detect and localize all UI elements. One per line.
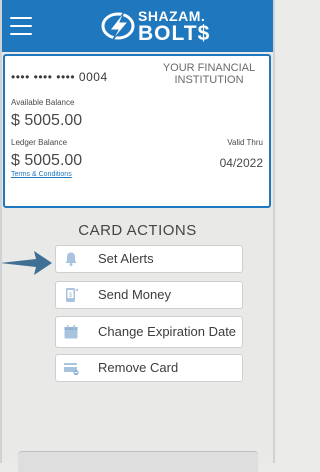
available-balance-label: Available Balance [11, 98, 75, 107]
remove-card-label: Remove Card [98, 360, 179, 376]
terms-conditions-link[interactable]: Terms & Conditions [11, 171, 72, 178]
logo-bottom-text: BOLT$ [138, 22, 211, 45]
send-money-button[interactable]: $ Send Money [55, 281, 243, 309]
masked-card-number: •••• •••• •••• 0004 [11, 70, 108, 84]
app-screen: SHAZAM. BOLT$ •••• •••• •••• 0004 YOUR F… [0, 0, 275, 463]
card-actions-title: CARD ACTIONS [78, 222, 197, 239]
ledger-balance-value: $ 5005.00 [11, 152, 83, 169]
send-money-label: Send Money [98, 287, 171, 303]
bottom-bar [18, 451, 258, 472]
available-balance-value: $ 5005.00 [11, 112, 83, 129]
calendar-icon [64, 325, 78, 339]
bolt-logo-icon [101, 11, 135, 42]
valid-thru-value: 04/2022 [219, 156, 263, 170]
debit-card-panel: •••• •••• •••• 0004 YOUR FINANCIAL INSTI… [3, 54, 271, 208]
institution-name: YOUR FINANCIAL INSTITUTION [162, 62, 256, 87]
bell-icon [65, 252, 77, 266]
send-money-icon: $ [66, 288, 78, 302]
set-alerts-label: Set Alerts [98, 251, 154, 267]
change-expiration-date-button[interactable]: Change Expiration Date [55, 316, 243, 348]
logo-top-text: SHAZAM. [138, 8, 206, 24]
phone-edge-right [273, 0, 275, 463]
valid-thru-label: Valid Thru [227, 138, 263, 147]
remove-card-button[interactable]: Remove Card [55, 354, 243, 382]
top-bar: SHAZAM. BOLT$ [0, 0, 275, 52]
change-expiration-date-label: Change Expiration Date [98, 324, 237, 340]
hamburger-menu-icon[interactable] [10, 17, 32, 35]
shazam-bolts-logo: SHAZAM. BOLT$ [100, 5, 220, 47]
pointer-arrow-icon [0, 251, 52, 275]
ledger-balance-label: Ledger Balance [11, 138, 68, 147]
set-alerts-button[interactable]: Set Alerts [55, 245, 243, 273]
phone-edge-left [0, 0, 2, 463]
remove-card-icon [64, 363, 79, 376]
